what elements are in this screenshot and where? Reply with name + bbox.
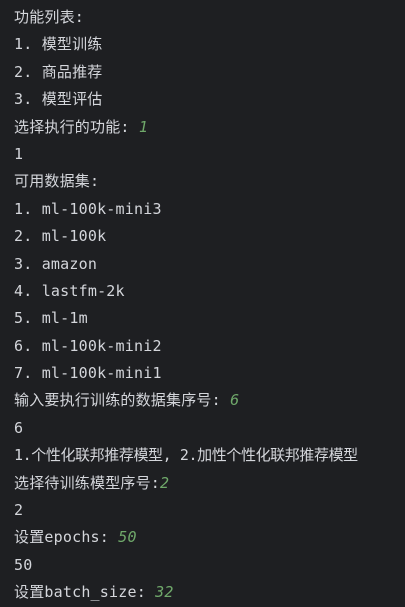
console-line-epochs-echo: 50: [14, 555, 33, 574]
console-line-dataset-prompt: 输入要执行训练的数据集序号: 6: [14, 387, 405, 414]
run-console-output[interactable]: 功能列表: 1. 模型训练 2. 商品推荐 3. 模型评估 选择执行的功能: 1…: [0, 0, 405, 607]
user-input-value: 2: [160, 473, 170, 492]
console-line-dataset-item: 6. ml-100k-mini2: [14, 336, 162, 355]
console-line-dataset-item: 1. ml-100k-mini3: [14, 199, 162, 218]
user-input-value: 50: [118, 528, 137, 547]
console-line-dataset-item: 4. lastfm-2k: [14, 281, 125, 300]
console-line-menu-item-recommend: 2. 商品推荐: [14, 62, 103, 81]
console-line-dataset-item: 3. amazon: [14, 254, 98, 273]
console-line-function-prompt: 选择执行的功能: 1: [14, 114, 405, 141]
console-line-datasets-title: 可用数据集:: [14, 172, 100, 191]
prompt-text: 输入要执行训练的数据集序号:: [14, 391, 231, 410]
console-line-dataset-item: 5. ml-1m: [14, 309, 88, 328]
prompt-text: 设置epochs:: [14, 528, 119, 547]
console-line-model-options: 1.个性化联邦推荐模型, 2.加性个性化联邦推荐模型: [14, 446, 358, 465]
console-line-dataset-item: 2. ml-100k: [14, 227, 107, 246]
console-line-model-echo: 2: [14, 501, 24, 520]
prompt-text: 选择执行的功能:: [14, 117, 139, 136]
console-line-dataset-echo: 6: [14, 418, 24, 437]
console-line-dataset-item: 7. ml-100k-mini1: [14, 364, 162, 383]
console-line-menu-item-evaluate: 3. 模型评估: [14, 90, 103, 109]
console-line-model-prompt: 选择待训练模型序号:2: [14, 470, 405, 497]
console-line-menu-title: 功能列表:: [14, 8, 85, 26]
console-line-epochs-prompt: 设置epochs: 50: [14, 524, 405, 551]
user-input-value: 6: [230, 391, 240, 410]
console-line-batch-size-prompt: 设置batch_size: 32: [14, 579, 405, 606]
user-input-value: 32: [155, 583, 174, 602]
console-line-function-echo: 1: [14, 144, 24, 163]
user-input-value: 1: [138, 117, 149, 136]
console-line-menu-item-train: 1. 模型训练: [14, 35, 103, 54]
prompt-text: 设置batch_size:: [14, 583, 156, 602]
prompt-text: 选择待训练模型序号:: [14, 473, 161, 492]
